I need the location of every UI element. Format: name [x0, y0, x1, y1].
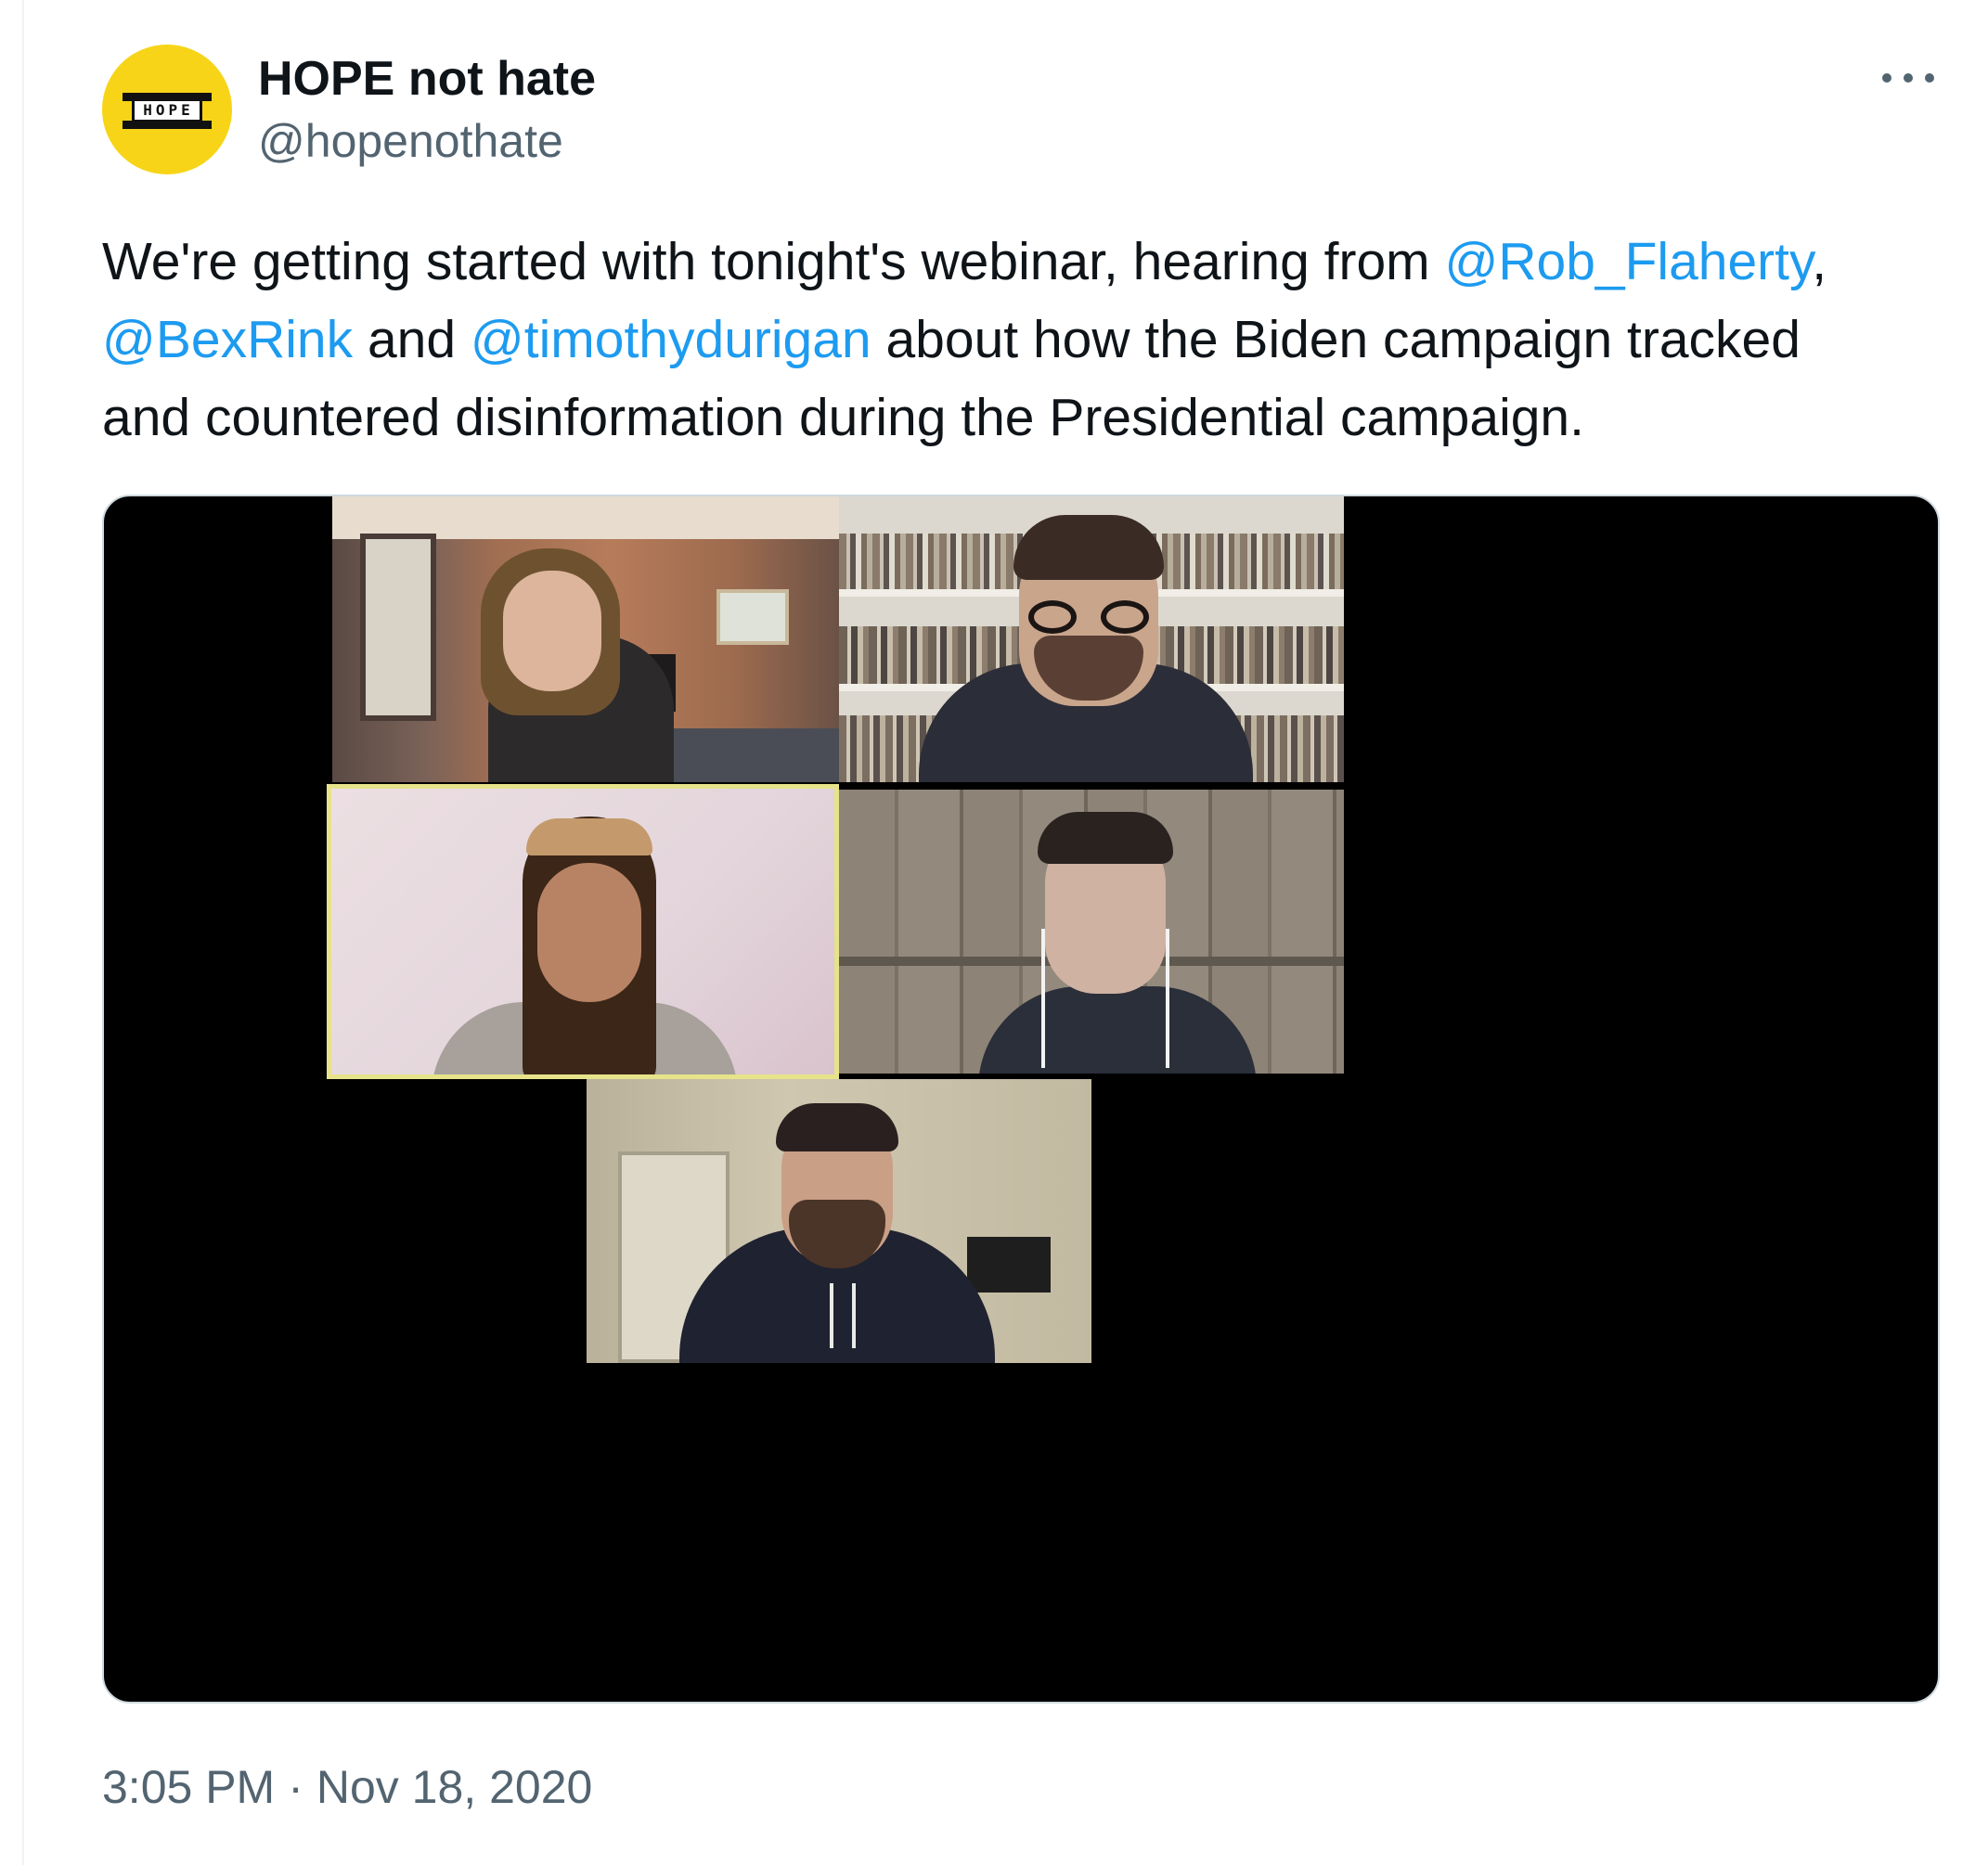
- tweet-text-segment: about how the Biden campaign tracked: [871, 310, 1801, 369]
- tweet-text-segment: ,: [1812, 232, 1827, 291]
- earphone-cable: [1166, 929, 1169, 1068]
- tweet-timestamp[interactable]: 3:05 PM · Nov 18, 2020: [102, 1759, 592, 1815]
- avatar[interactable]: HOPE: [102, 45, 232, 174]
- mention-link-timothydurigan[interactable]: @timothydurigan: [471, 310, 871, 369]
- video-tile-participant-4: [839, 790, 1344, 1074]
- glasses-icon: [1101, 600, 1149, 634]
- participant-face: [503, 571, 601, 691]
- sofa: [666, 728, 839, 782]
- hope-not-hate-logo: HOPE: [132, 98, 202, 122]
- logo-stripe: [123, 121, 212, 129]
- video-tile-participant-1: [332, 496, 839, 782]
- display-name[interactable]: HOPE not hate: [258, 50, 596, 108]
- mention-link-bexrink[interactable]: @BexRink: [102, 310, 353, 369]
- hoodie-string: [830, 1283, 833, 1348]
- tweet-text: We're getting started with tonight's web…: [102, 223, 1949, 457]
- tweet-text-segment: and countered disinformation during the …: [102, 388, 1584, 447]
- tweet-text-line: @BexRink and @timothydurigan about how t…: [102, 301, 1949, 379]
- window: [360, 534, 436, 721]
- wall-tv: [967, 1237, 1051, 1293]
- participant-hair: [1013, 515, 1164, 580]
- video-tile-participant-5: [587, 1079, 1091, 1363]
- headband: [526, 818, 652, 855]
- tweet-time: 3:05 PM: [102, 1761, 276, 1813]
- tweet-media-image[interactable]: [102, 495, 1940, 1704]
- user-handle[interactable]: @hopenothate: [258, 113, 563, 169]
- timestamp-separator: ·: [288, 1761, 303, 1813]
- earphone-cable: [1041, 929, 1045, 1068]
- more-icon: [1882, 73, 1891, 83]
- glasses-icon: [1028, 600, 1077, 634]
- tweet-text-line: and countered disinformation during the …: [102, 379, 1949, 457]
- tweet-text-line: We're getting started with tonight's web…: [102, 223, 1949, 301]
- more-options-button[interactable]: [1878, 61, 1938, 95]
- mention-link-rob-flaherty[interactable]: @Rob_Flaherty: [1444, 232, 1812, 291]
- video-tile-participant-2: [839, 496, 1344, 782]
- participant-hair: [1038, 812, 1173, 864]
- wall-picture: [716, 589, 789, 645]
- hoodie-string: [852, 1283, 856, 1348]
- participant-hair: [776, 1103, 898, 1151]
- more-icon: [1904, 73, 1913, 83]
- tweet-text-segment: and: [353, 310, 471, 369]
- tweet-card[interactable]: HOPE HOPE not hate @hopenothate We're ge…: [22, 0, 1988, 1865]
- tweet-date: Nov 18, 2020: [316, 1761, 593, 1813]
- tweet-text-segment: We're getting started with tonight's web…: [102, 232, 1445, 291]
- more-icon: [1925, 73, 1934, 83]
- video-tile-participant-3-active-speaker: [327, 784, 839, 1079]
- participant-face: [537, 863, 641, 1002]
